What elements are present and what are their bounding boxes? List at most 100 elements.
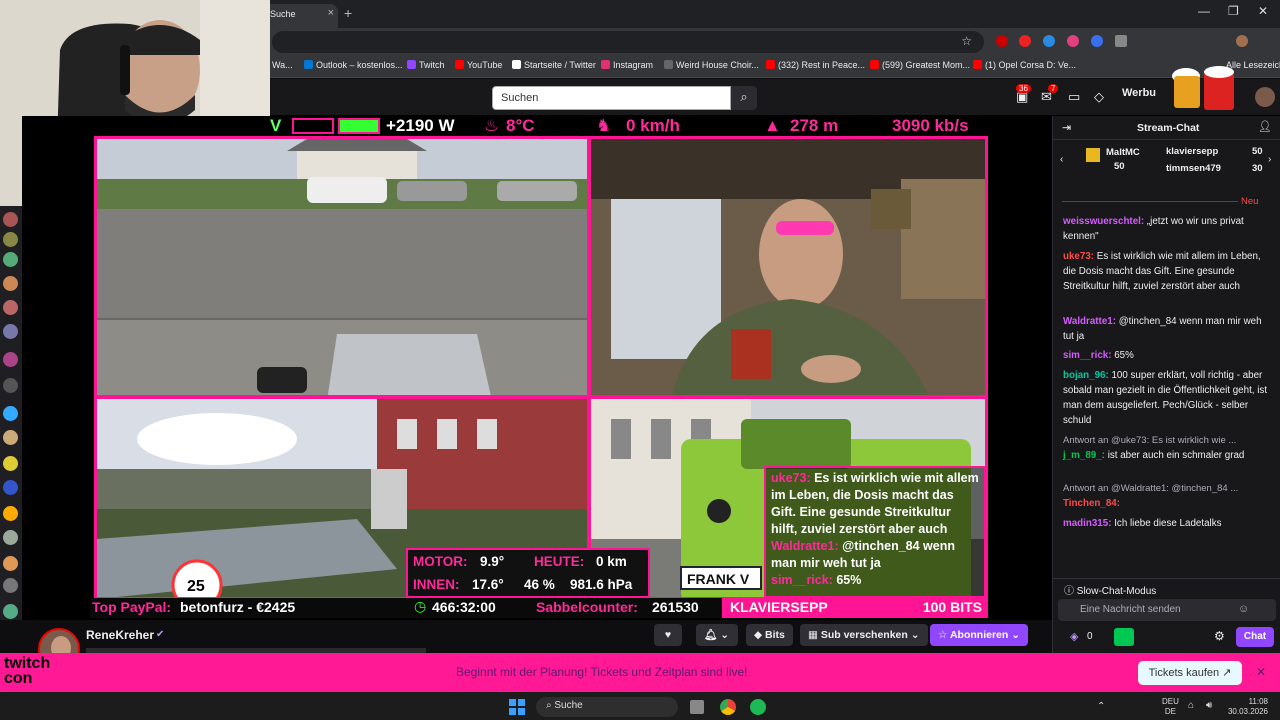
chat-title: Stream-Chat xyxy=(1137,122,1200,134)
new-tab-button[interactable]: + xyxy=(344,5,352,21)
task-view-icon[interactable] xyxy=(690,700,704,714)
users-icon[interactable]: 👤︎ xyxy=(1258,120,1272,133)
chevron-right-icon[interactable]: › xyxy=(1268,154,1271,165)
bookmark-item[interactable]: YouTube xyxy=(455,60,502,70)
star-icon: ☆ xyxy=(938,629,950,641)
whisper-icon[interactable]: ▭ xyxy=(1068,89,1080,105)
channel-avatar[interactable] xyxy=(3,480,18,495)
reply-reference[interactable]: Antwort an @uke73: Es ist wirklich wie .… xyxy=(1063,435,1236,446)
extension-icon[interactable] xyxy=(1091,35,1103,47)
extension-icon[interactable] xyxy=(996,35,1008,47)
gift-leader-count: 50 xyxy=(1114,161,1125,172)
beer-emote-image xyxy=(1164,62,1244,114)
overlay-message: uke73: Es ist wirklich wie mit allem im … xyxy=(771,471,979,536)
collapse-chat-icon[interactable]: ⇥ xyxy=(1062,121,1071,134)
spotify-icon[interactable] xyxy=(750,699,766,715)
tray-chevron-icon[interactable]: ⌃ xyxy=(1097,701,1105,712)
battery-full-cell xyxy=(338,118,380,134)
channel-avatar[interactable] xyxy=(3,252,18,267)
bits-alert: KLAVIERSEPP 100 BITS xyxy=(722,598,988,618)
reply-reference[interactable]: Antwort an @Waldratte1: @tinchen_84 ... xyxy=(1063,483,1238,494)
settings-icon[interactable]: ⚙ xyxy=(1214,629,1225,643)
subscribe-button[interactable]: ☆ Abonnieren ⌄ xyxy=(930,624,1028,646)
gift-leaderboard: ‹ MaltMC 50 klaviersepp 50 timmsen479 30… xyxy=(1058,144,1276,178)
clock[interactable]: 11:08 30.03.2026 xyxy=(1224,697,1268,717)
channel-avatar[interactable] xyxy=(3,406,18,421)
horse-icon: ♞ xyxy=(596,116,612,135)
channel-avatar[interactable] xyxy=(3,300,18,315)
chat-send-button[interactable]: Chat xyxy=(1236,627,1274,647)
chrome-icon[interactable] xyxy=(720,699,736,715)
channel-avatar[interactable] xyxy=(3,232,18,247)
extension-icon[interactable] xyxy=(1019,35,1031,47)
maximize-button[interactable]: ❐ xyxy=(1228,4,1239,18)
channel-avatar[interactable] xyxy=(3,378,18,393)
bookmark-item[interactable]: Startseite / Twitter xyxy=(512,60,596,70)
channel-avatar[interactable] xyxy=(3,456,18,471)
puzzle-icon[interactable] xyxy=(1115,35,1127,47)
channel-avatar[interactable] xyxy=(3,578,18,593)
taskbar-search[interactable]: ⌕ Suche xyxy=(536,697,678,717)
tab-close-icon[interactable]: × xyxy=(328,7,334,19)
channel-avatar[interactable] xyxy=(3,556,18,571)
gift-sub-button[interactable]: ▦ Sub verschenken ⌄ xyxy=(800,624,928,646)
emote-picker-icon[interactable]: ☺ xyxy=(1238,603,1249,615)
bookmark-item[interactable]: Outlook – kostenlos... xyxy=(304,60,403,70)
language-indicator[interactable]: DEU DE xyxy=(1162,697,1179,717)
bookmark-item[interactable]: Twitch xyxy=(407,60,445,70)
prime-icon[interactable]: ◇ xyxy=(1094,89,1104,105)
channel-avatar[interactable] xyxy=(3,604,18,619)
channel-avatar[interactable] xyxy=(3,430,18,445)
profile-avatar[interactable] xyxy=(1236,35,1248,47)
follow-button[interactable]: ♥ xyxy=(654,624,682,646)
omnibox[interactable]: ☆ xyxy=(272,31,984,53)
notification-badge: 36 xyxy=(1016,84,1031,93)
battery-empty-cell xyxy=(292,118,334,134)
minimize-button[interactable]: — xyxy=(1198,4,1210,18)
chat-message: Waldratte1: @tinchen_84 wenn man mir weh… xyxy=(1063,316,1262,342)
new-divider xyxy=(1062,201,1238,202)
volume-icon[interactable]: 🔊︎ xyxy=(1206,700,1212,711)
today-label: HEUTE: xyxy=(534,554,585,569)
bookmark-item[interactable]: (332) Rest in Peace... xyxy=(766,60,865,70)
bookmark-item[interactable]: Weird House Choir... xyxy=(664,60,759,70)
bits-button[interactable]: ◆ Bits xyxy=(746,624,793,646)
humidity-value: 46 % xyxy=(524,577,555,592)
extension-icon[interactable] xyxy=(1043,35,1055,47)
search-icon[interactable]: ⌕ xyxy=(731,86,757,110)
gift-icon[interactable] xyxy=(1114,628,1134,646)
channel-name[interactable]: ReneKreher xyxy=(86,628,154,642)
banner-close-icon[interactable]: ✕ xyxy=(1256,665,1266,679)
user-avatar[interactable] xyxy=(1255,87,1275,107)
browser-tab[interactable]: Suche × xyxy=(262,4,338,28)
channel-avatar[interactable] xyxy=(3,530,18,545)
bookmark-item[interactable]: Instagram xyxy=(601,60,653,70)
gift-leader-name[interactable]: timmsen479 xyxy=(1166,163,1221,174)
bookmark-star-icon[interactable]: ☆ xyxy=(961,34,972,48)
buy-tickets-button[interactable]: Tickets kaufen ↗ xyxy=(1138,661,1242,685)
bookmark-item[interactable]: Wa... xyxy=(272,60,293,70)
network-icon[interactable]: ⌂ xyxy=(1188,700,1194,711)
notification-button[interactable]: 🔔︎ ⌄ xyxy=(696,624,738,646)
bookmark-item[interactable]: (1) Opel Corsa D: Ve... xyxy=(973,60,1076,70)
new-label: Neu xyxy=(1241,196,1259,207)
extension-icon[interactable] xyxy=(1067,35,1079,47)
hud-fragment: V xyxy=(270,116,282,135)
channel-avatar[interactable] xyxy=(3,506,18,521)
chat-message: j_m_89_: ist aber auch ein schmaler grad xyxy=(1063,450,1245,461)
channel-avatar[interactable] xyxy=(3,276,18,291)
channel-avatar[interactable] xyxy=(3,324,18,339)
bookmark-item[interactable]: (599) Greatest Mom... xyxy=(870,60,970,70)
chat-message: sim__rick: 65% xyxy=(1063,350,1134,361)
chat-message: bojan_96: 100 super erklärt, voll richti… xyxy=(1063,370,1268,426)
bits-user: KLAVIERSEPP xyxy=(730,599,828,615)
windows-start-icon[interactable] xyxy=(509,699,525,715)
chevron-left-icon[interactable]: ‹ xyxy=(1060,154,1063,165)
gift-leader-name[interactable]: MaltMC xyxy=(1106,147,1140,158)
channel-avatar[interactable] xyxy=(3,212,18,227)
close-window-button[interactable]: ✕ xyxy=(1258,4,1268,18)
gift-leader-name[interactable]: klaviersepp xyxy=(1166,146,1218,157)
channel-avatar[interactable] xyxy=(3,352,18,367)
search-input[interactable]: Suchen xyxy=(492,86,731,110)
ad-free-button[interactable]: Werbu xyxy=(1122,87,1156,99)
